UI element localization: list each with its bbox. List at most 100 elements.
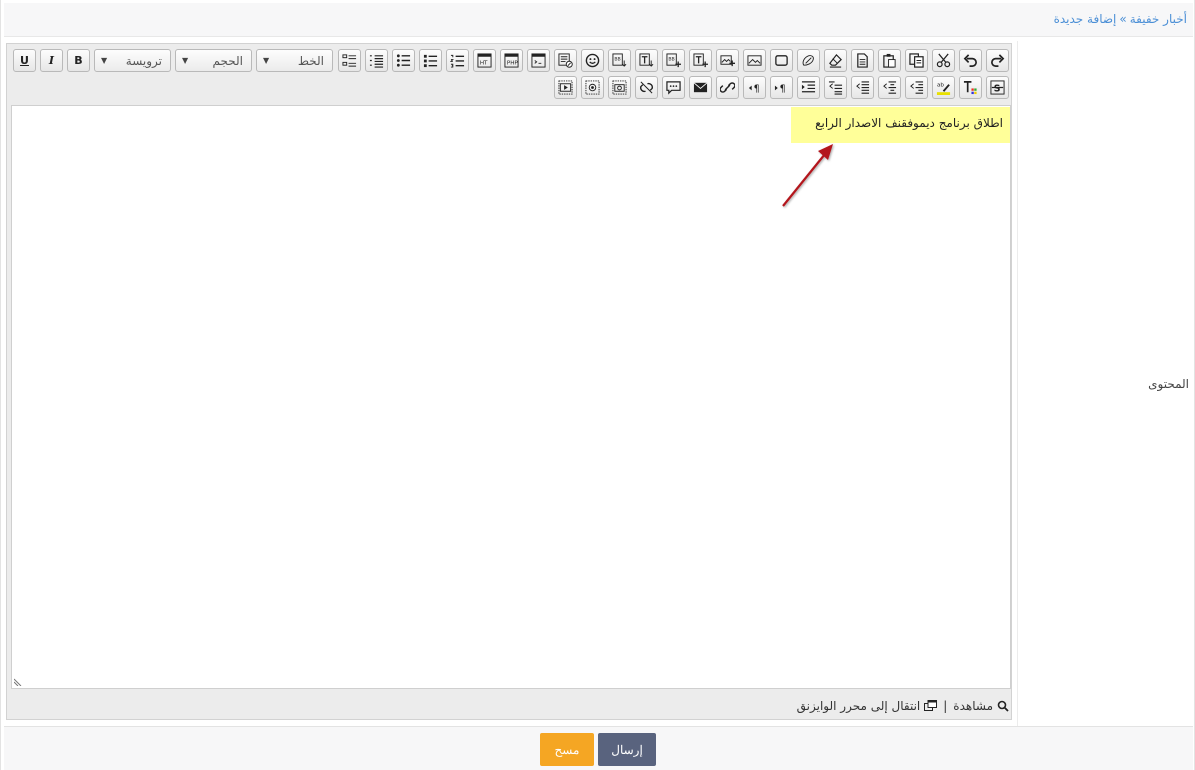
numbered-list-alt-button[interactable]	[365, 49, 388, 72]
bullet-list-button[interactable]	[392, 49, 415, 72]
format-select[interactable]: ترويسة ▼	[94, 49, 171, 72]
gallery-icon	[585, 80, 600, 95]
breadcrumb-parent-link[interactable]: أخبار خفيفة	[1130, 12, 1187, 26]
align-center-button[interactable]	[878, 76, 901, 99]
font-select[interactable]: الخط ▼	[256, 49, 333, 72]
html-code-button[interactable]: HT	[473, 49, 496, 72]
link-icon	[720, 82, 735, 93]
font-select-value: الخط	[297, 54, 324, 68]
size-select[interactable]: الحجم ▼	[175, 49, 252, 72]
editor-toolbar: U I B ترويسة ▼ الحجم ▼ الخط ▼ HT PHP BB …	[11, 47, 1009, 101]
resize-grip-icon[interactable]	[14, 677, 23, 686]
copy-button[interactable]	[905, 49, 928, 72]
new-document-button[interactable]	[851, 49, 874, 72]
chevron-down-icon: ▼	[101, 56, 108, 65]
text-insert-down-button[interactable]	[635, 49, 658, 72]
footer-separator: |	[943, 699, 948, 713]
code-button[interactable]	[527, 49, 550, 72]
content-label: المحتوى	[1148, 377, 1189, 391]
paste-button[interactable]	[878, 49, 901, 72]
breadcrumb-bar: أخبار خفيفة»إضافة جديدة	[4, 3, 1193, 37]
strikethrough-button[interactable]: S	[986, 76, 1009, 99]
highlight-button[interactable]: ab	[932, 76, 955, 99]
outdent-button[interactable]	[824, 76, 847, 99]
quote-button[interactable]	[554, 49, 577, 72]
ltr-paragraph-button[interactable]: ¶	[770, 76, 793, 99]
camera-icon	[612, 80, 627, 95]
format-select-value: ترويسة	[125, 54, 162, 68]
svg-text:¶: ¶	[754, 83, 760, 94]
label-column: المحتوى	[1017, 41, 1193, 727]
indent-list-button[interactable]	[338, 49, 361, 72]
submit-button[interactable]: إرسال	[598, 733, 656, 766]
bb-add-button[interactable]: BB	[662, 49, 685, 72]
rtl-paragraph-button[interactable]: ¶	[743, 76, 766, 99]
paste-image-button[interactable]	[797, 49, 820, 72]
text-color-icon	[963, 81, 977, 95]
redo-button[interactable]	[986, 49, 1009, 72]
bbcode-editor: U I B ترويسة ▼ الحجم ▼ الخط ▼ HT PHP BB …	[6, 43, 1012, 720]
bb-add-icon: BB	[666, 53, 681, 68]
list-indent-icon	[342, 54, 357, 67]
paragraph-ltr-icon: ¶	[774, 83, 786, 94]
editor-textarea[interactable]: اطلاق برنامج ديموفقنف الاصدار الرابع	[11, 105, 1011, 689]
undo-button[interactable]	[959, 49, 982, 72]
text-color-button[interactable]	[959, 76, 982, 99]
bb-insert-down-button[interactable]: BB	[608, 49, 631, 72]
svg-text:PHP: PHP	[507, 60, 519, 66]
indent-button[interactable]	[797, 76, 820, 99]
square-list-button[interactable]	[419, 49, 442, 72]
wysiwyg-label: انتقال إلى محرر الوايزنق	[796, 699, 921, 713]
bb-down-icon: BB	[612, 53, 627, 67]
comment-button[interactable]	[662, 76, 685, 99]
redo-icon	[991, 54, 1005, 67]
svg-text:¶: ¶	[780, 83, 786, 94]
highlighter-icon: ab	[936, 83, 951, 95]
svg-text:BB: BB	[668, 57, 674, 63]
cut-button[interactable]	[932, 49, 955, 72]
size-select-value: الحجم	[212, 54, 243, 68]
preview-label: مشاهدة	[953, 699, 993, 713]
undo-icon	[963, 54, 977, 67]
smiley-icon	[585, 53, 600, 68]
image-add-button[interactable]	[716, 49, 739, 72]
breadcrumb-current-link[interactable]: إضافة جديدة	[1054, 12, 1117, 26]
text-down-icon	[639, 53, 654, 67]
align-right-icon	[910, 81, 924, 94]
underline-icon: U	[20, 54, 29, 67]
attachment-image-button[interactable]	[608, 76, 631, 99]
bold-button[interactable]: B	[67, 49, 90, 72]
underline-button[interactable]: U	[13, 49, 36, 72]
fullscreen-button[interactable]	[770, 49, 793, 72]
text-add-button[interactable]	[689, 49, 712, 72]
page: أخبار خفيفة»إضافة جديدة المحتوى U I B تر…	[0, 0, 1195, 770]
gallery-button[interactable]	[581, 76, 604, 99]
search-icon	[997, 700, 1009, 712]
php-code-button[interactable]: PHP	[500, 49, 523, 72]
speech-bubble-icon	[666, 81, 681, 95]
link-button[interactable]	[716, 76, 739, 99]
clear-button[interactable]: مسح	[540, 733, 594, 766]
align-justify-icon	[856, 81, 870, 94]
eraser-icon	[829, 53, 842, 68]
italic-button[interactable]: I	[40, 49, 63, 72]
svg-text:S: S	[994, 83, 1001, 94]
bullet-list-icon	[396, 54, 411, 67]
preview-link[interactable]: مشاهدة	[953, 699, 1009, 713]
video-button[interactable]	[554, 76, 577, 99]
square-list-icon	[423, 54, 438, 68]
smiley-button[interactable]	[581, 49, 604, 72]
breadcrumb-separator: »	[1119, 12, 1127, 26]
align-justify-button[interactable]	[851, 76, 874, 99]
unlink-button[interactable]	[635, 76, 658, 99]
form-area: المحتوى U I B ترويسة ▼ الحجم ▼ الخط ▼ HT…	[4, 38, 1193, 727]
eraser-button[interactable]	[824, 49, 847, 72]
email-button[interactable]	[689, 76, 712, 99]
unlink-icon	[640, 81, 653, 94]
image-button[interactable]	[743, 49, 766, 72]
italic-icon: I	[48, 54, 55, 67]
copy-icon	[909, 53, 924, 68]
align-right-button[interactable]	[905, 76, 928, 99]
numbered-list-button[interactable]	[446, 49, 469, 72]
switch-wysiwyg-link[interactable]: انتقال إلى محرر الوايزنق	[797, 699, 938, 713]
